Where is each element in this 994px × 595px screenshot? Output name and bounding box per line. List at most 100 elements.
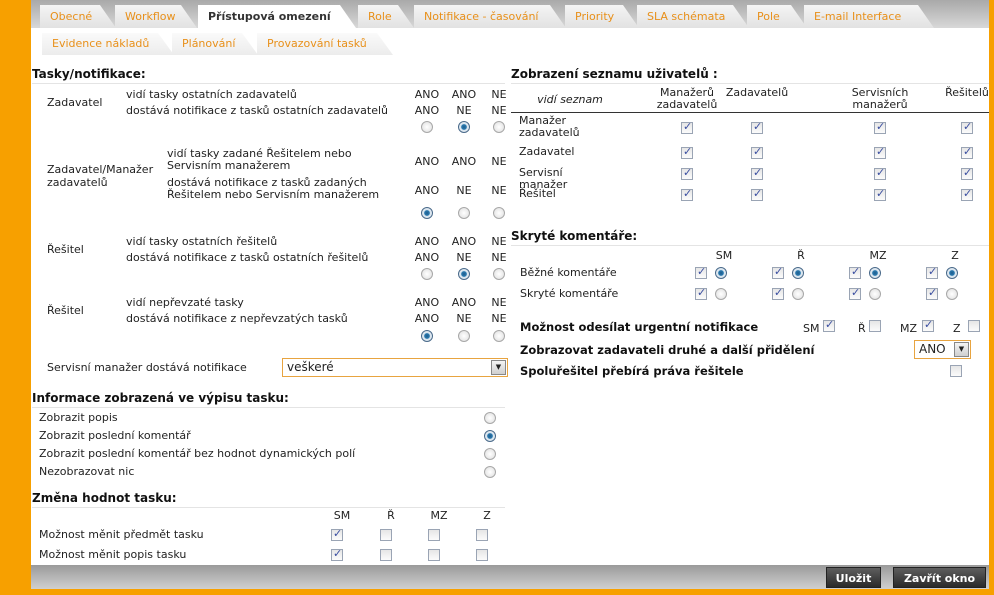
change-row-label: Možnost měnit předmět tasku bbox=[39, 528, 204, 541]
tab-notifikace-casovani[interactable]: Notifikace - časování bbox=[414, 5, 566, 28]
hidden-row-label: Skryté komentáře bbox=[520, 287, 619, 300]
urgent-checkbox[interactable] bbox=[922, 318, 934, 332]
task-option-radio[interactable] bbox=[458, 330, 470, 342]
hidden-radio[interactable] bbox=[715, 267, 727, 279]
users-row-label: Manažer zadavatelů bbox=[519, 114, 580, 139]
users-checkbox[interactable] bbox=[751, 145, 763, 159]
hidden-checkbox[interactable] bbox=[772, 286, 784, 300]
hidden-radio[interactable] bbox=[869, 267, 881, 279]
option-see: ANO bbox=[414, 88, 440, 101]
tab-email-interface[interactable]: E-mail Interface bbox=[804, 5, 934, 28]
task-option-radio[interactable] bbox=[421, 207, 433, 219]
change-checkbox[interactable] bbox=[428, 549, 440, 561]
task-option-radio[interactable] bbox=[421, 121, 433, 133]
option-see: ANO bbox=[451, 155, 477, 168]
users-checkbox[interactable] bbox=[874, 120, 886, 134]
tab-planovani[interactable]: Plánování bbox=[172, 33, 258, 55]
urgent-checkbox[interactable] bbox=[968, 320, 980, 332]
option-notify: ANO bbox=[414, 251, 440, 264]
hidden-checkbox[interactable] bbox=[695, 265, 707, 279]
info-option-radio[interactable] bbox=[484, 466, 496, 478]
change-checkbox[interactable] bbox=[380, 529, 392, 541]
info-option-radio[interactable] bbox=[484, 430, 496, 442]
tab-evidence-nakladu[interactable]: Evidence nákladů bbox=[42, 33, 174, 55]
users-checkbox[interactable] bbox=[751, 120, 763, 134]
users-checkbox[interactable] bbox=[961, 187, 973, 201]
task-group-line: vidí tasky zadané Řešitelem nebo Servisn… bbox=[167, 147, 352, 172]
option-notify: NE bbox=[456, 104, 472, 117]
task-option-radio[interactable] bbox=[493, 121, 505, 133]
task-group-line: vidí tasky ostatních řešitelů bbox=[126, 235, 278, 248]
urgent-checkbox[interactable] bbox=[823, 318, 835, 332]
users-checkbox[interactable] bbox=[681, 166, 693, 180]
hidden-radio[interactable] bbox=[946, 267, 958, 279]
option-notify: ANO bbox=[414, 312, 440, 325]
chevron-down-icon[interactable]: ▼ bbox=[954, 342, 969, 357]
users-checkbox[interactable] bbox=[751, 187, 763, 201]
hidden-checkbox[interactable] bbox=[926, 265, 938, 279]
option-notify: NE bbox=[456, 312, 472, 325]
tab-sla-schemata[interactable]: SLA schémata bbox=[637, 5, 749, 28]
hidden-checkbox[interactable] bbox=[695, 286, 707, 300]
task-option-radio[interactable] bbox=[493, 330, 505, 342]
hidden-checkbox[interactable] bbox=[849, 286, 861, 300]
second-assignment-select[interactable]: ANO ▼ bbox=[914, 340, 971, 359]
hidden-radio[interactable] bbox=[715, 288, 727, 300]
hidden-checkbox[interactable] bbox=[772, 265, 784, 279]
divider bbox=[511, 245, 989, 246]
info-option-label: Zobrazit popis bbox=[39, 411, 118, 424]
change-checkbox[interactable] bbox=[380, 549, 392, 561]
option-notify: NE bbox=[491, 312, 507, 325]
sm-notification-select[interactable]: veškeré ▼ bbox=[282, 358, 508, 377]
column-header: Z bbox=[951, 249, 959, 262]
left-border bbox=[0, 0, 31, 595]
info-option-label: Zobrazit poslední komentář bbox=[39, 429, 191, 442]
users-checkbox[interactable] bbox=[874, 187, 886, 201]
hidden-checkbox[interactable] bbox=[926, 286, 938, 300]
change-checkbox[interactable] bbox=[331, 527, 343, 541]
sm-notification-value: veškeré bbox=[287, 360, 334, 374]
option-notify: NE bbox=[456, 251, 472, 264]
tab-pristupova-omezeni[interactable]: Přístupová omezení bbox=[198, 5, 356, 28]
hidden-checkbox[interactable] bbox=[849, 265, 861, 279]
change-checkbox[interactable] bbox=[428, 529, 440, 541]
hidden-radio[interactable] bbox=[946, 288, 958, 300]
users-checkbox[interactable] bbox=[961, 120, 973, 134]
users-checkbox[interactable] bbox=[961, 166, 973, 180]
hidden-radio[interactable] bbox=[792, 288, 804, 300]
hidden-radio[interactable] bbox=[869, 288, 881, 300]
task-option-radio[interactable] bbox=[421, 268, 433, 280]
tab-provazovani-tasku[interactable]: Provazování tasků bbox=[257, 33, 393, 55]
info-option-radio[interactable] bbox=[484, 412, 496, 424]
urgent-checkbox[interactable] bbox=[869, 320, 881, 332]
change-checkbox[interactable] bbox=[476, 529, 488, 541]
change-checkbox[interactable] bbox=[476, 549, 488, 561]
close-window-button[interactable]: Zavřít okno bbox=[893, 567, 986, 588]
task-option-radio[interactable] bbox=[458, 268, 470, 280]
cosolver-checkbox[interactable] bbox=[950, 365, 962, 377]
users-checkbox[interactable] bbox=[961, 145, 973, 159]
task-option-radio[interactable] bbox=[458, 121, 470, 133]
task-option-radio[interactable] bbox=[458, 207, 470, 219]
task-option-radio[interactable] bbox=[493, 207, 505, 219]
task-option-radio[interactable] bbox=[493, 268, 505, 280]
urgent-item-label: SM bbox=[803, 322, 820, 335]
chevron-down-icon[interactable]: ▼ bbox=[491, 360, 506, 375]
users-checkbox[interactable] bbox=[874, 145, 886, 159]
change-checkbox[interactable] bbox=[331, 547, 343, 561]
urgent-label: Možnost odesílat urgentní notifikace bbox=[520, 320, 759, 334]
option-notify: NE bbox=[456, 184, 472, 197]
save-button[interactable]: Uložit bbox=[826, 567, 881, 588]
divider bbox=[32, 507, 505, 508]
urgent-item-label: MZ bbox=[900, 322, 918, 335]
task-option-radio[interactable] bbox=[421, 330, 433, 342]
info-option-radio[interactable] bbox=[484, 448, 496, 460]
users-checkbox[interactable] bbox=[681, 187, 693, 201]
hidden-radio[interactable] bbox=[792, 267, 804, 279]
users-checkbox[interactable] bbox=[751, 166, 763, 180]
users-checkbox[interactable] bbox=[874, 166, 886, 180]
users-checkbox[interactable] bbox=[681, 145, 693, 159]
users-checkbox[interactable] bbox=[681, 120, 693, 134]
urgent-item-label: Ř bbox=[858, 322, 866, 335]
sm-notification-label: Servisní manažer dostává notifikace bbox=[47, 361, 247, 374]
